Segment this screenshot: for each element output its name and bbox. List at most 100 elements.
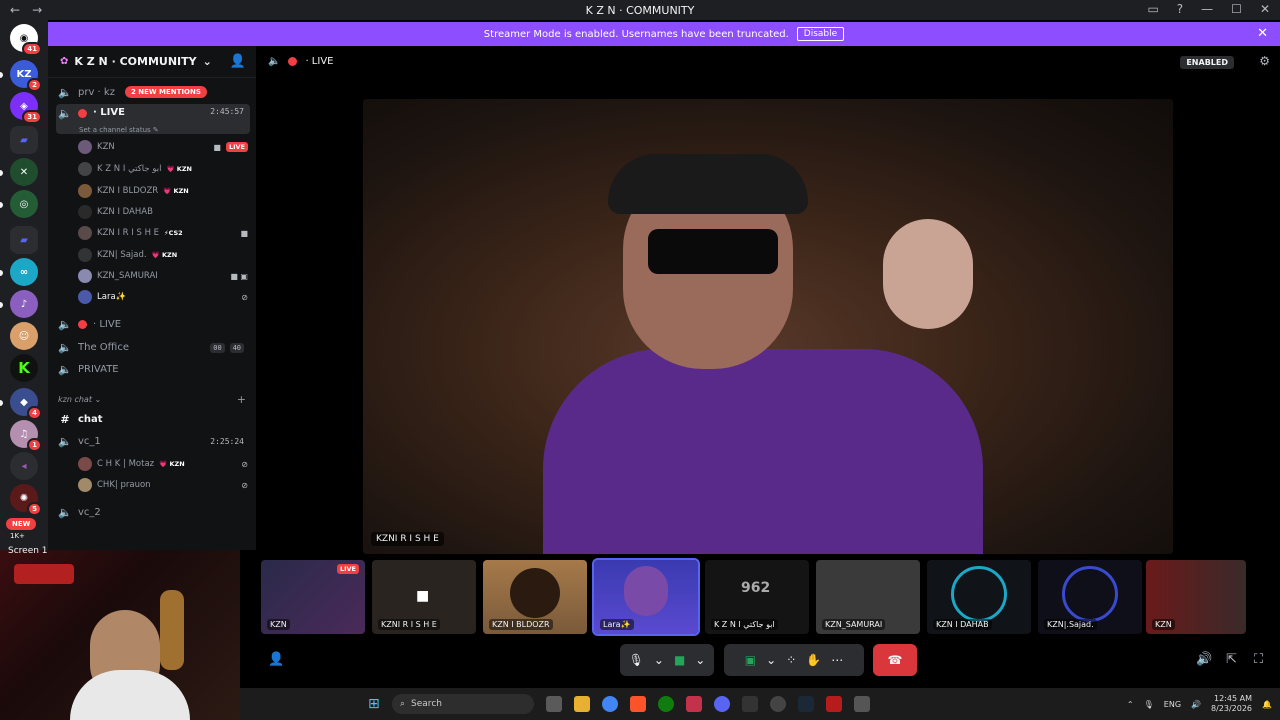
channel-live[interactable]: 🔈 · LIVE <box>56 314 250 334</box>
channel-status[interactable]: Set a channel status ✎ <box>79 126 159 134</box>
invite-icon[interactable]: 👤 <box>268 652 284 667</box>
participant-tile[interactable]: KZN_SAMURAI <box>816 560 920 634</box>
capture-icon[interactable] <box>686 696 702 712</box>
voice-user[interactable]: KZN I R I S H E ⚡CS2 ■ <box>78 224 248 242</box>
help-icon[interactable]: ? <box>1177 2 1183 16</box>
avatar <box>1062 566 1118 622</box>
volume-icon[interactable]: 🔊 <box>1191 700 1201 709</box>
fullscreen-icon[interactable]: ⛶ <box>1254 652 1263 667</box>
server-icon[interactable]: ♪ <box>10 290 38 318</box>
server-icon[interactable]: ◎ <box>10 190 38 218</box>
disconnect-button[interactable]: ☎ <box>873 644 917 676</box>
server-icon[interactable]: ◈ 31 <box>10 92 42 124</box>
add-member-icon[interactable]: 👤 <box>230 54 246 69</box>
voice-user[interactable]: C H K | Motaz 💗 KZN ⊘ <box>78 455 248 473</box>
close-icon[interactable]: ✕ <box>1257 26 1268 41</box>
server-icon[interactable]: ◂ <box>10 452 38 480</box>
chevron-up-icon[interactable]: ⌃ <box>1127 700 1134 709</box>
microphone-icon[interactable]: 🎙 <box>1144 700 1154 709</box>
video-stage[interactable]: KZNI R I S H E <box>363 99 1173 554</box>
language-indicator[interactable]: ENG <box>1164 700 1181 709</box>
unread-badge: 4 <box>27 406 42 420</box>
boost-icon: ✿ <box>60 56 69 67</box>
server-kz-icon[interactable]: KZ 2 <box>10 60 42 92</box>
popout-icon[interactable]: ⇱ <box>1226 652 1237 667</box>
server-icon[interactable]: ✕ <box>10 158 38 186</box>
soundboard-icon[interactable]: ✋ <box>806 653 821 667</box>
activities-icon[interactable]: ⁘ <box>786 653 796 667</box>
guild-header[interactable]: ✿ K Z N · COMMUNITY ⌄ 👤 <box>48 46 256 78</box>
voice-user[interactable]: KZN I DAHAB <box>78 203 248 221</box>
inbox-icon[interactable]: ▭ <box>1147 2 1158 16</box>
server-icon[interactable]: ♫ 1 <box>10 420 42 452</box>
voice-user[interactable]: Lara✨ ⊘ <box>78 288 248 306</box>
kick-icon[interactable]: K <box>10 354 38 382</box>
file-explorer-icon[interactable] <box>574 696 590 712</box>
chevron-down-icon[interactable]: ⌄ <box>695 653 705 667</box>
folder-icon[interactable]: ▰ <box>10 226 38 254</box>
app-icon[interactable] <box>854 696 870 712</box>
disable-button[interactable]: Disable <box>796 27 845 41</box>
voice-user[interactable]: KZN| Sajad. 💗 KZN <box>78 246 248 264</box>
brave-icon[interactable] <box>630 696 646 712</box>
channel-vc1[interactable]: 🔈 vc_1 2:25:24 <box>56 431 250 451</box>
app-icon[interactable] <box>742 696 758 712</box>
channel-vc2[interactable]: 🔈 vc_2 <box>56 502 250 522</box>
participant-tile[interactable]: KZN <box>1146 560 1246 634</box>
participant-tile[interactable]: LIVE KZN <box>261 560 365 634</box>
chrome-icon[interactable] <box>602 696 618 712</box>
server-icon[interactable]: ◆ 4 <box>10 388 42 420</box>
notification-icon[interactable]: 🔔 <box>1262 700 1272 709</box>
category-header[interactable]: kzn chat ⌄ <box>58 395 101 404</box>
task-view-icon[interactable] <box>546 696 562 712</box>
participant-tile[interactable]: KZN I BLDOZR <box>483 560 587 634</box>
add-channel-icon[interactable]: + <box>237 393 246 406</box>
new-pill[interactable]: NEW <box>6 518 37 530</box>
mentions-pill[interactable]: 2 NEW MENTIONS <box>124 86 207 98</box>
channel-private[interactable]: 🔈 PRIVATE <box>56 359 250 379</box>
maximize-button[interactable]: ☐ <box>1231 2 1242 16</box>
chevron-down-icon[interactable]: ⌄ <box>654 653 664 667</box>
threads-icon[interactable]: ⚙ <box>1259 54 1270 68</box>
voice-user[interactable]: KZN_SAMURAI ■ ▣ <box>78 267 248 285</box>
discord-icon[interactable] <box>714 696 730 712</box>
minimize-button[interactable]: — <box>1201 2 1213 16</box>
camera-icon[interactable]: ■ <box>674 653 685 667</box>
chevron-down-icon[interactable]: ⌄ <box>766 653 776 667</box>
participant-tile[interactable]: ■ KZNI R I S H E <box>372 560 476 634</box>
channel-chat[interactable]: # chat <box>56 409 250 429</box>
participant-tile[interactable]: 962 K Z N I ابو جاكتي <box>705 560 809 634</box>
server-icon[interactable]: ✺ 5 <box>10 484 42 516</box>
windows-start-icon[interactable]: ⊞ <box>368 696 380 712</box>
participant-tile[interactable]: Lara✨ <box>592 558 700 636</box>
microphone-icon[interactable]: 🎙 <box>629 653 644 667</box>
clock[interactable]: 12:45 AM 8/23/2026 <box>1211 694 1252 714</box>
streamer-mode-badge[interactable]: ENABLED <box>1180 56 1234 69</box>
participant-tile[interactable]: KZN|.Sajad. <box>1038 560 1142 634</box>
channel-office[interactable]: 🔈 The Office 00 40 <box>56 337 250 357</box>
server-icon[interactable]: ☺ <box>10 322 38 350</box>
volume-icon[interactable]: 🔊 <box>1196 652 1212 667</box>
folder-icon[interactable]: ▰ <box>10 126 38 154</box>
steam-icon[interactable] <box>798 696 814 712</box>
channel-prv[interactable]: 🔈 prv · kz 2 NEW MENTIONS <box>56 82 250 102</box>
xbox-icon[interactable] <box>658 696 674 712</box>
share-control[interactable]: ▣ ⌄ ⁘ ✋ ⋯ <box>724 644 864 676</box>
close-button[interactable]: ✕ <box>1260 2 1270 16</box>
more-icon[interactable]: ⋯ <box>831 653 843 667</box>
voice-user[interactable]: KZN I BLDOZR 💗 KZN <box>78 182 248 200</box>
app-icon[interactable] <box>826 696 842 712</box>
unread-pip <box>0 202 3 208</box>
obs-icon[interactable] <box>770 696 786 712</box>
user-tag: ⚡CS2 <box>164 229 183 237</box>
guild-name: K Z N · COMMUNITY <box>74 55 197 68</box>
voice-user[interactable]: K Z N I ابو جاكتي 💗 KZN <box>78 160 248 178</box>
taskbar-search[interactable]: ⌕ Search <box>392 694 534 714</box>
server-icon[interactable]: ∞ <box>10 258 38 286</box>
voice-user[interactable]: KZN ■ LIVE <box>78 138 248 156</box>
screen-share-icon[interactable]: ▣ <box>745 653 756 667</box>
voice-user[interactable]: CHK| prauon ⊘ <box>78 476 248 494</box>
participant-tile[interactable]: KZN I DAHAB <box>927 560 1031 634</box>
mic-control[interactable]: 🎙 ⌄ ■ ⌄ <box>620 644 714 676</box>
home-icon[interactable]: ◉ 41 <box>10 24 42 56</box>
